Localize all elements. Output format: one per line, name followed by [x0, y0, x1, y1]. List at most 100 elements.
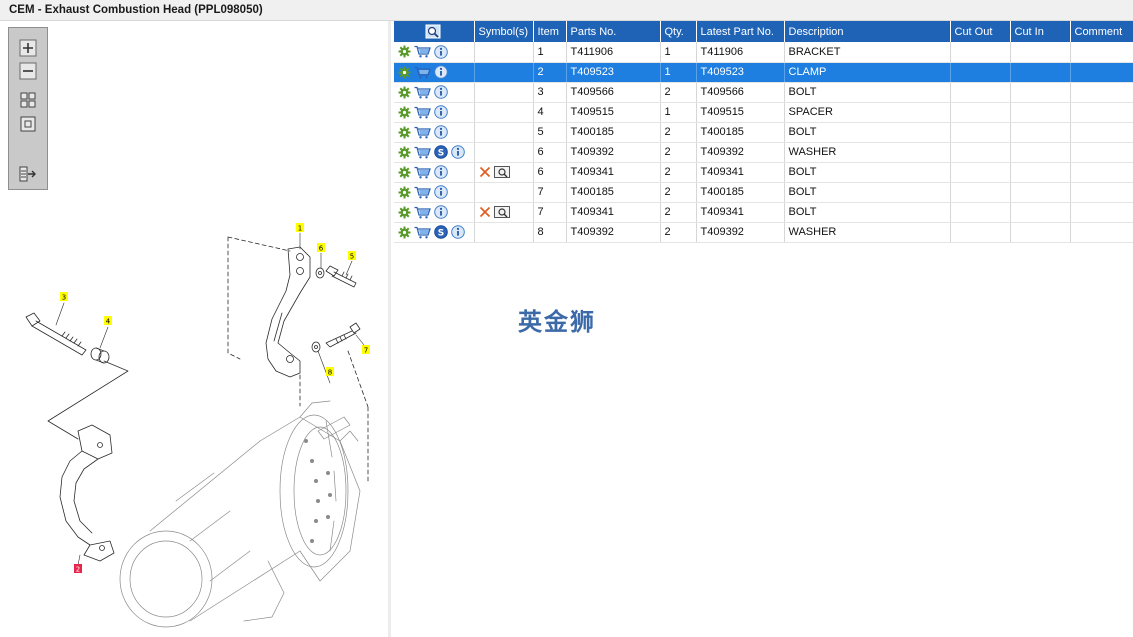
gear-button[interactable]	[398, 146, 411, 159]
cell-latest-part-no: T409341	[696, 202, 785, 223]
cell-cut-out	[950, 142, 1011, 163]
cell-latest-part-no: T409341	[696, 162, 785, 183]
cell-cut-in	[1010, 222, 1071, 243]
add-to-cart-button[interactable]	[414, 166, 431, 179]
viewer-toolbar	[8, 27, 48, 190]
exploded-view-diagram[interactable]: 1 6 5 3 4 7 8 2	[0, 21, 391, 637]
table-row[interactable]: 6 T409341 2 T409341 BOLT	[394, 162, 1133, 183]
diagram-pane: 1 6 5 3 4 7 8 2	[0, 21, 391, 637]
header-latest-part-no[interactable]: Latest Part No.	[696, 21, 785, 42]
info-button[interactable]	[434, 165, 448, 179]
header-comment[interactable]: Comment	[1070, 21, 1133, 42]
cell-symbols	[474, 222, 534, 243]
table-row[interactable]: 2 T409523 1 T409523 CLAMP	[394, 62, 1133, 83]
header-parts-no[interactable]: Parts No.	[566, 21, 661, 42]
info-button[interactable]	[434, 105, 448, 119]
gear-button[interactable]	[398, 106, 411, 119]
cell-symbols	[474, 202, 534, 223]
view-drawing-icon	[493, 166, 510, 178]
info-button[interactable]	[434, 185, 448, 199]
info-button[interactable]	[451, 145, 465, 159]
add-to-cart-icon	[414, 106, 431, 118]
cell-parts-no: T400185	[566, 122, 661, 143]
add-to-cart-button[interactable]	[414, 45, 431, 58]
header-qty[interactable]: Qty.	[660, 21, 697, 42]
header-description[interactable]: Description	[784, 21, 951, 42]
gear-icon	[398, 146, 411, 158]
table-row[interactable]: S 8 T409392 2 T409392 WASHER	[394, 222, 1133, 243]
add-to-cart-icon	[414, 146, 431, 158]
zoom-out-button[interactable]	[18, 61, 38, 81]
cell-parts-no: T409392	[566, 142, 661, 163]
table-row[interactable]: 4 T409515 1 T409515 SPACER	[394, 102, 1133, 123]
cell-latest-part-no: T409566	[696, 82, 785, 103]
symbol-view[interactable]	[493, 165, 511, 179]
cell-comment	[1070, 202, 1133, 223]
gear-button[interactable]	[398, 86, 411, 99]
header-cut-out[interactable]: Cut Out	[950, 21, 1011, 42]
title-bar: CEM - Exhaust Combustion Head (PPL098050…	[0, 0, 1133, 21]
table-row[interactable]: S 6 T409392 2 T409392 WASHER	[394, 142, 1133, 163]
cell-description: BOLT	[784, 182, 951, 203]
row-actions	[394, 122, 475, 143]
info-button[interactable]	[434, 44, 448, 59]
watermark: 英金狮	[518, 308, 596, 336]
cell-description: SPACER	[784, 102, 951, 123]
callout-6-label: 6	[319, 245, 324, 253]
gear-button[interactable]	[398, 126, 411, 139]
add-to-cart-button[interactable]	[414, 86, 431, 99]
table-row[interactable]: 1 T411906 1 T411906 BRACKET	[394, 42, 1133, 63]
info-button[interactable]	[451, 225, 465, 239]
info-button[interactable]	[434, 205, 448, 219]
table-row[interactable]: 7 T400185 2 T400185 BOLT	[394, 182, 1133, 203]
cell-latest-part-no: T409392	[696, 142, 785, 163]
cell-parts-no: T409515	[566, 102, 661, 123]
zoom-in-button[interactable]	[18, 38, 38, 58]
row-actions	[394, 182, 475, 203]
supersession-button[interactable]: S	[434, 145, 448, 159]
bracket-1-drawing	[265, 246, 311, 378]
add-to-cart-button[interactable]	[414, 106, 431, 119]
cell-comment	[1070, 162, 1133, 183]
cell-description: WASHER	[784, 222, 951, 243]
row-actions	[394, 82, 475, 103]
gear-button[interactable]	[398, 66, 411, 79]
header-cut-in[interactable]: Cut In	[1010, 21, 1071, 42]
table-row[interactable]: 7 T409341 2 T409341 BOLT	[394, 202, 1133, 223]
header-item[interactable]: Item	[533, 21, 567, 42]
callout-7-label: 7	[364, 347, 368, 355]
parts-table-body: 1 T411906 1 T411906 BRACKET 2 T409523 1 T409523 C…	[394, 42, 1133, 243]
supersession-button[interactable]: S	[434, 225, 448, 239]
add-to-cart-button[interactable]	[414, 226, 431, 239]
fit-view-icon	[20, 92, 36, 108]
add-to-cart-button[interactable]	[414, 126, 431, 139]
add-to-cart-icon	[414, 86, 431, 98]
callout-8-label: 8	[328, 369, 332, 377]
header-search[interactable]	[394, 21, 475, 42]
header-symbols[interactable]: Symbol(s)	[474, 21, 534, 42]
symbol-view[interactable]	[493, 205, 511, 219]
gear-button[interactable]	[398, 45, 411, 58]
gear-button[interactable]	[398, 226, 411, 239]
add-to-cart-button[interactable]	[414, 66, 431, 79]
remove-cross-icon	[479, 166, 490, 178]
gear-button[interactable]	[398, 186, 411, 199]
actual-size-button[interactable]	[18, 114, 38, 134]
bolt-5-drawing	[325, 265, 357, 288]
add-to-cart-button[interactable]	[414, 186, 431, 199]
add-to-cart-button[interactable]	[414, 146, 431, 159]
gear-button[interactable]	[398, 166, 411, 179]
info-button[interactable]	[434, 125, 448, 139]
cell-cut-in	[1010, 142, 1071, 163]
gear-icon	[398, 86, 411, 98]
add-to-cart-button[interactable]	[414, 206, 431, 219]
gear-button[interactable]	[398, 206, 411, 219]
export-button[interactable]	[18, 164, 38, 184]
row-actions: S	[394, 142, 475, 163]
fit-view-button[interactable]	[18, 90, 38, 110]
table-row[interactable]: 3 T409566 2 T409566 BOLT	[394, 82, 1133, 103]
info-button[interactable]	[434, 85, 448, 99]
table-row[interactable]: 5 T400185 2 T400185 BOLT	[394, 122, 1133, 143]
info-button[interactable]	[434, 65, 448, 79]
cell-parts-no: T409341	[566, 162, 661, 183]
